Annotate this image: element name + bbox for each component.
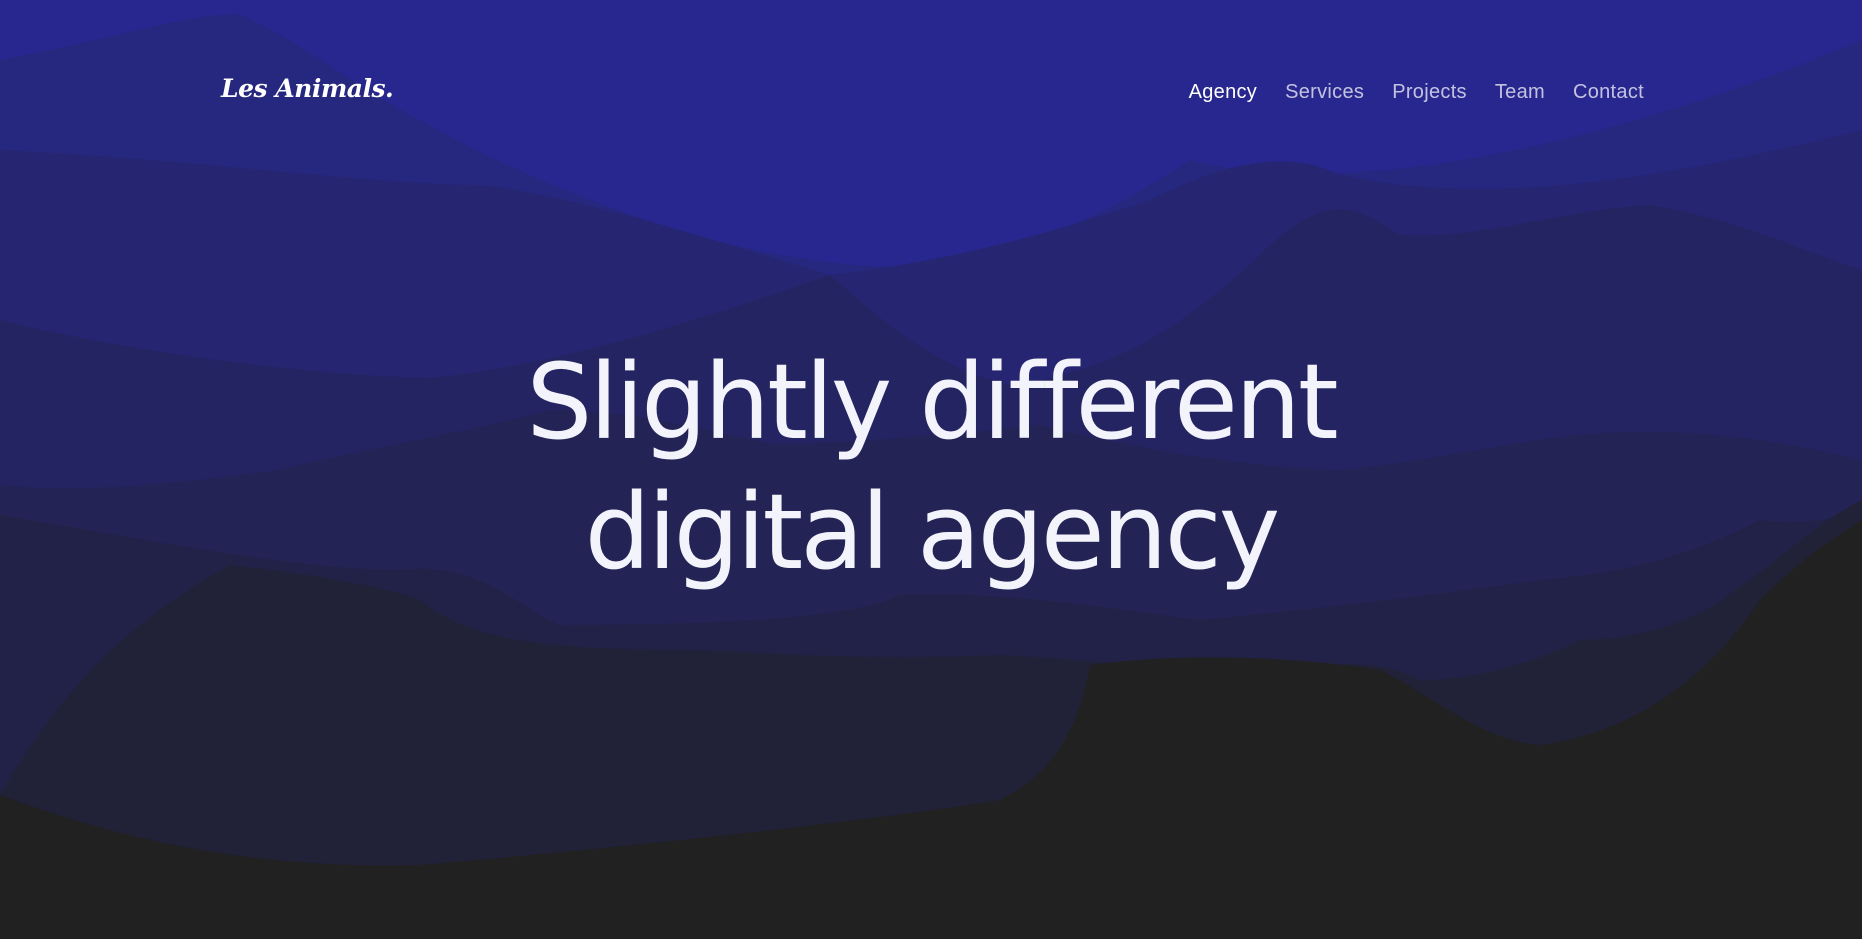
nav-link-projects[interactable]: Projects bbox=[1392, 81, 1467, 104]
hero-line-1: Slightly different bbox=[526, 341, 1338, 463]
nav-link-team[interactable]: Team bbox=[1495, 81, 1545, 104]
landing-page: Les Animals. Agency Services Projects Te… bbox=[0, 0, 1862, 939]
main-nav: Agency Services Projects Team Contact bbox=[1189, 81, 1644, 104]
hero-headline: Slightly different digital agency bbox=[0, 337, 1862, 597]
nav-link-agency[interactable]: Agency bbox=[1189, 81, 1258, 104]
nav-link-contact[interactable]: Contact bbox=[1573, 81, 1644, 104]
site-header: Les Animals. Agency Services Projects Te… bbox=[0, 0, 1862, 190]
hero-line-2: digital agency bbox=[584, 471, 1281, 593]
nav-link-services[interactable]: Services bbox=[1285, 81, 1364, 104]
brand-logo[interactable]: Les Animals. bbox=[221, 74, 394, 103]
